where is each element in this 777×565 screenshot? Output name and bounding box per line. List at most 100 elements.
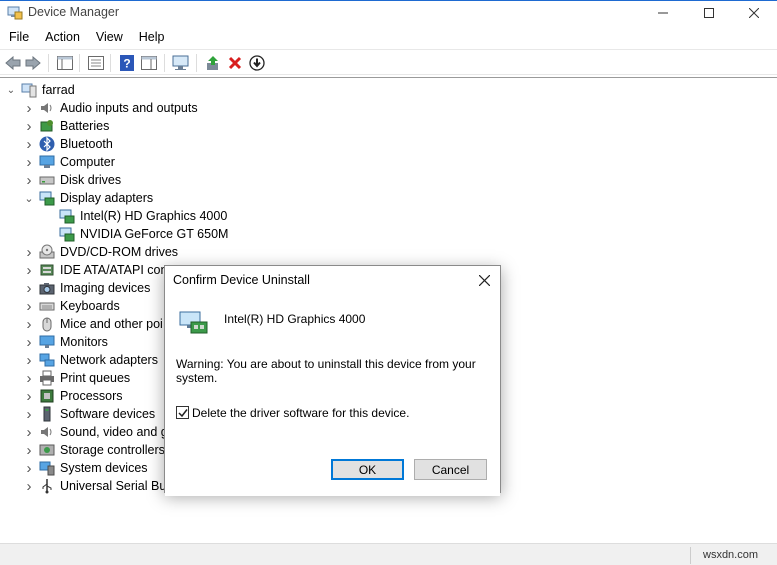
show-hide-console-tree-icon	[57, 56, 73, 70]
toolbar-separator	[110, 54, 111, 72]
chevron-down-icon[interactable]: ⌄	[4, 85, 18, 96]
tree-item-label: IDE ATA/ATAPI cont	[60, 263, 171, 277]
chevron-right-icon[interactable]: ›	[22, 280, 36, 297]
tree-item[interactable]: › Sound, video and g	[22, 423, 168, 441]
tree-item[interactable]: Intel(R) HD Graphics 4000	[42, 207, 227, 225]
disk-drive-icon	[39, 176, 55, 185]
uninstall-device-button[interactable]	[226, 54, 244, 72]
tree-item[interactable]: › Computer	[22, 153, 115, 171]
menu-view[interactable]: View	[91, 30, 128, 44]
tree-item[interactable]: › Imaging devices	[22, 279, 151, 297]
chevron-right-icon[interactable]: ›	[22, 172, 36, 189]
show-hide-console-tree-button[interactable]	[56, 54, 74, 72]
chevron-right-icon[interactable]: ›	[22, 244, 36, 261]
tree-item-label: Universal Serial Bus	[60, 479, 173, 493]
watermark-text: wsxdn.com	[703, 549, 759, 561]
tree-item[interactable]: › Monitors	[22, 333, 108, 351]
chevron-right-icon[interactable]: ›	[22, 100, 36, 117]
tree-item[interactable]: › Bluetooth	[22, 135, 113, 153]
chevron-right-icon[interactable]: ›	[22, 298, 36, 315]
close-button[interactable]	[731, 1, 777, 25]
tree-item[interactable]: NVIDIA GeForce GT 650M	[42, 225, 228, 243]
tree-item[interactable]: › System devices	[22, 459, 148, 477]
tree-item-label: Mice and other poi	[60, 317, 163, 331]
chevron-right-icon[interactable]: ›	[22, 478, 36, 495]
tree-item-label: Storage controllers	[60, 443, 165, 457]
tree-item-label: Print queues	[60, 371, 131, 385]
display-adapter-icon	[39, 191, 55, 206]
minimize-button[interactable]	[640, 1, 686, 25]
chevron-right-icon[interactable]: ›	[22, 424, 36, 441]
tree-item-label: Processors	[60, 389, 123, 403]
svg-text:?: ?	[123, 57, 130, 71]
action-pane-button[interactable]	[140, 54, 158, 72]
back-button[interactable]	[4, 54, 22, 72]
tree-item[interactable]: › Storage controllers	[22, 441, 165, 459]
forward-button[interactable]	[24, 54, 42, 72]
minimize-icon	[658, 12, 668, 14]
dialog-close-button[interactable]	[471, 269, 497, 291]
tree-item[interactable]: › Batteries	[22, 117, 110, 135]
network-adapter-icon	[39, 353, 55, 367]
chevron-down-icon[interactable]: ⌄	[22, 192, 36, 205]
tree-item[interactable]: › IDE ATA/ATAPI cont	[22, 261, 171, 279]
tree-item-label: Software devices	[60, 407, 156, 421]
chevron-right-icon[interactable]: ›	[22, 316, 36, 333]
chevron-right-icon[interactable]: ›	[22, 262, 36, 279]
back-arrow-icon	[5, 56, 21, 70]
system-device-icon	[39, 461, 55, 476]
menu-file[interactable]: File	[4, 30, 34, 44]
status-separator	[690, 547, 691, 564]
tree-root[interactable]: ⌄ farrad	[4, 81, 75, 99]
chevron-right-icon[interactable]: ›	[22, 442, 36, 459]
tree-item[interactable]: › Mice and other poi	[22, 315, 163, 333]
dialog-warning-text: Warning: You are about to uninstall this…	[176, 357, 476, 385]
dialog-title: Confirm Device Uninstall	[173, 273, 310, 287]
chevron-right-icon[interactable]: ›	[22, 136, 36, 153]
tree-item-label: Audio inputs and outputs	[60, 101, 198, 115]
ok-button[interactable]: OK	[331, 459, 404, 480]
chevron-right-icon[interactable]: ›	[22, 154, 36, 171]
chevron-right-icon[interactable]: ›	[22, 352, 36, 369]
usb-icon	[42, 479, 52, 494]
tree-item[interactable]: › Software devices	[22, 405, 156, 423]
disable-device-button[interactable]	[248, 54, 266, 72]
tree-item[interactable]: › Audio inputs and outputs	[22, 99, 198, 117]
chevron-right-icon[interactable]: ›	[22, 406, 36, 423]
properties-button[interactable]	[87, 54, 105, 72]
printer-icon	[40, 370, 54, 386]
tree-item[interactable]: › Keyboards	[22, 297, 120, 315]
chevron-right-icon[interactable]: ›	[22, 460, 36, 477]
tree-item[interactable]: › DVD/CD-ROM drives	[22, 243, 179, 261]
ide-controller-icon	[40, 264, 54, 276]
tree-item-label: System devices	[60, 461, 148, 475]
disable-device-icon	[249, 55, 265, 71]
delete-driver-label[interactable]: Delete the driver software for this devi…	[192, 406, 409, 420]
title-bar: Device Manager	[0, 1, 777, 26]
tree-item[interactable]: › Universal Serial Bus	[22, 477, 173, 495]
chevron-right-icon[interactable]: ›	[22, 118, 36, 135]
tree-item[interactable]: › Network adapters	[22, 351, 158, 369]
toolbar-separator	[79, 54, 80, 72]
update-driver-button[interactable]	[204, 54, 222, 72]
chevron-right-icon[interactable]: ›	[22, 334, 36, 351]
toolbar-separator	[48, 54, 49, 72]
chevron-right-icon[interactable]: ›	[22, 370, 36, 387]
menu-action[interactable]: Action	[40, 30, 85, 44]
cancel-button[interactable]: Cancel	[414, 459, 487, 480]
help-button[interactable]: ?	[118, 54, 136, 72]
tree-root-label: farrad	[42, 83, 75, 97]
menu-help[interactable]: Help	[134, 30, 170, 44]
delete-driver-checkbox[interactable]	[176, 406, 189, 419]
tree-item[interactable]: › Disk drives	[22, 171, 122, 189]
tree-item[interactable]: ⌄ Display adapters	[22, 189, 153, 207]
monitor-icon	[39, 335, 55, 348]
properties-icon	[88, 56, 104, 70]
menu-bar: File Action View Help	[0, 26, 777, 48]
chevron-right-icon[interactable]: ›	[22, 388, 36, 405]
maximize-button[interactable]	[686, 1, 732, 25]
scan-hardware-button[interactable]	[172, 54, 190, 72]
tree-item[interactable]: › Print queues	[22, 369, 131, 387]
tree-item[interactable]: › Processors	[22, 387, 123, 405]
tree-item-label: Imaging devices	[60, 281, 151, 295]
